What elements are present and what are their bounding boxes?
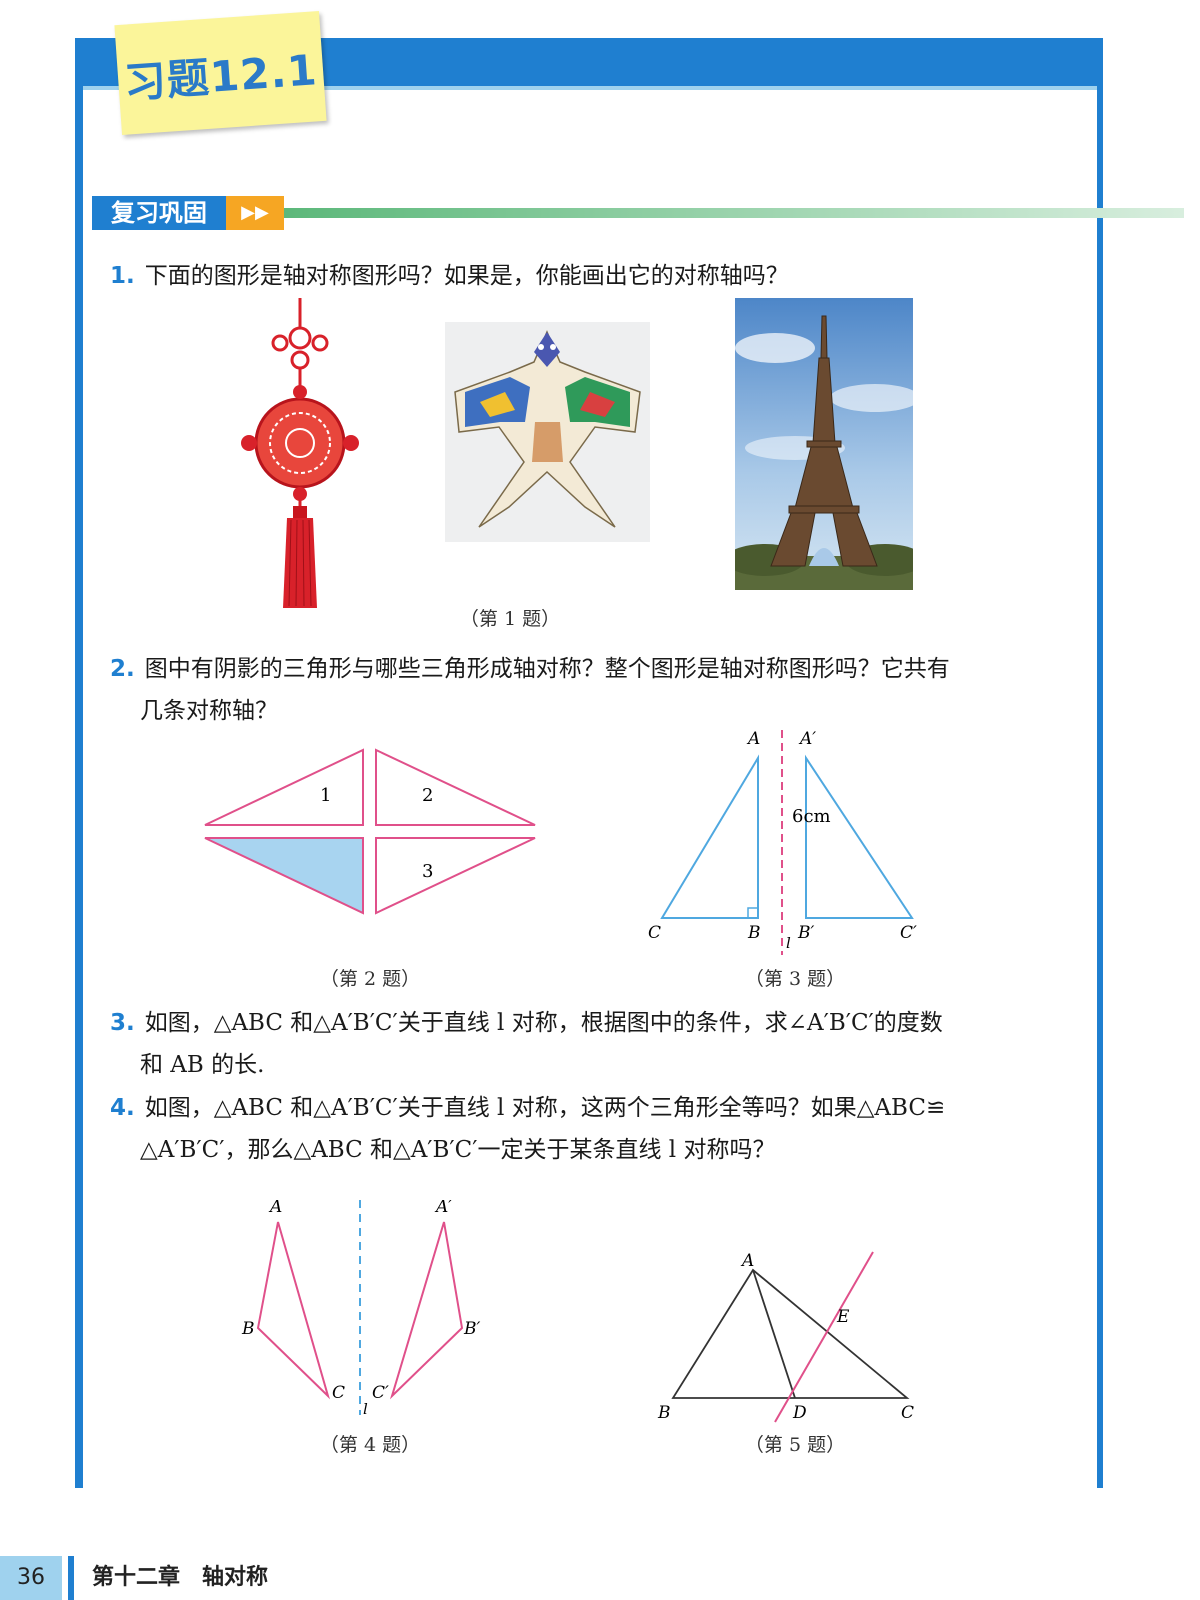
figure-2-diagram: 1 2 3 xyxy=(204,748,536,915)
fig4-label-B: B xyxy=(241,1319,255,1339)
fig5-label-D: D xyxy=(792,1403,807,1423)
question-1: 1. 下面的图形是轴对称图形吗？如果是，你能画出它的对称轴吗？ xyxy=(110,255,789,297)
question-number: 4. xyxy=(110,1095,135,1121)
fig3-label-l: l xyxy=(786,934,791,952)
caption-fig3: （第 3 题） xyxy=(744,968,846,990)
fig3-label-B-prime: B′ xyxy=(797,923,814,943)
section-title: 复习巩固 xyxy=(92,196,226,230)
caption-fig5: （第 5 题） xyxy=(744,1434,846,1456)
question-number: 1. xyxy=(110,263,135,289)
fig5-label-A: A xyxy=(740,1251,754,1271)
eiffel-tower-image xyxy=(735,298,913,590)
question-2: 2. 图中有阴影的三角形与哪些三角形成轴对称？整个图形是轴对称图形吗？它共有 几条… xyxy=(110,648,950,732)
frame-right-bar xyxy=(1097,38,1103,1488)
question-text-line-1: 如图，△ABC 和△A′B′C′关于直线 l 对称，根据图中的条件，求∠A′B′… xyxy=(144,1010,943,1036)
frame-left-bar xyxy=(75,38,83,1488)
question-text-line-2: 和 AB 的长. xyxy=(140,1052,265,1078)
footer-divider xyxy=(68,1556,74,1600)
question-3: 3. 如图，△ABC 和△A′B′C′关于直线 l 对称，根据图中的条件，求∠A′… xyxy=(110,1002,943,1086)
figure-3-diagram: A A′ C B B′ C′ l 6cm xyxy=(648,730,917,955)
fig3-label-length: 6cm xyxy=(792,806,831,827)
page-number: 36 xyxy=(0,1556,62,1600)
fig4-label-l: l xyxy=(363,1400,368,1418)
fig4-label-A: A xyxy=(268,1200,282,1217)
caption-fig2: （第 2 题） xyxy=(319,968,421,990)
chinese-knot-image xyxy=(241,298,359,608)
section-bar: 复习巩固 ▶▶ xyxy=(92,196,1184,230)
fig4-label-A-prime: A′ xyxy=(434,1200,452,1217)
figure-4-diagram: A A′ B B′ C C′ l xyxy=(241,1200,480,1418)
caption-fig1: （第 1 题） xyxy=(459,608,561,630)
fig4-label-B-prime: B′ xyxy=(463,1319,480,1339)
fig4-label-C: C xyxy=(332,1383,345,1403)
question-number: 3. xyxy=(110,1010,135,1036)
exercise-tag: 习题12.1 xyxy=(114,10,327,136)
swallow-kite-image xyxy=(445,322,650,542)
fig3-label-C-prime: C′ xyxy=(900,923,917,943)
question-text-line-2: △A′B′C′，那么△ABC 和△A′B′C′一定关于某条直线 l 对称吗？ xyxy=(140,1137,776,1163)
question-number: 2. xyxy=(110,656,135,682)
question-text-line-1: 图中有阴影的三角形与哪些三角形成轴对称？整个图形是轴对称图形吗？它共有 xyxy=(144,656,950,682)
fig5-label-C: C xyxy=(901,1403,914,1423)
fig3-label-A: A xyxy=(746,730,760,749)
fig3-label-B: B xyxy=(747,923,761,943)
fig2-label-1: 1 xyxy=(320,785,331,806)
question-text: 下面的图形是轴对称图形吗？如果是，你能画出它的对称轴吗？ xyxy=(144,263,789,289)
fig3-label-C: C xyxy=(648,923,661,943)
question-text-line-2: 几条对称轴？ xyxy=(140,698,278,724)
fig4-label-C-prime: C′ xyxy=(372,1383,389,1403)
fig3-label-A-prime: A′ xyxy=(798,730,816,749)
question-text-line-1: 如图，△ABC 和△A′B′C′关于直线 l 对称，这两个三角形全等吗？如果△A… xyxy=(144,1095,946,1121)
chapter-title: 第十二章 轴对称 xyxy=(92,1565,269,1590)
fig2-label-2: 2 xyxy=(422,785,433,806)
exercise-label: 习题12.1 xyxy=(122,44,319,108)
caption-fig4: （第 4 题） xyxy=(319,1434,421,1456)
fig5-label-B: B xyxy=(657,1403,671,1423)
question-4: 4. 如图，△ABC 和△A′B′C′关于直线 l 对称，这两个三角形全等吗？如果… xyxy=(110,1087,945,1171)
section-arrows-icon: ▶▶ xyxy=(226,196,284,230)
figure-5-diagram: A B C D E xyxy=(657,1251,914,1423)
section-divider xyxy=(284,208,1184,218)
fig2-label-3: 3 xyxy=(422,861,433,882)
fig5-label-E: E xyxy=(836,1307,850,1327)
